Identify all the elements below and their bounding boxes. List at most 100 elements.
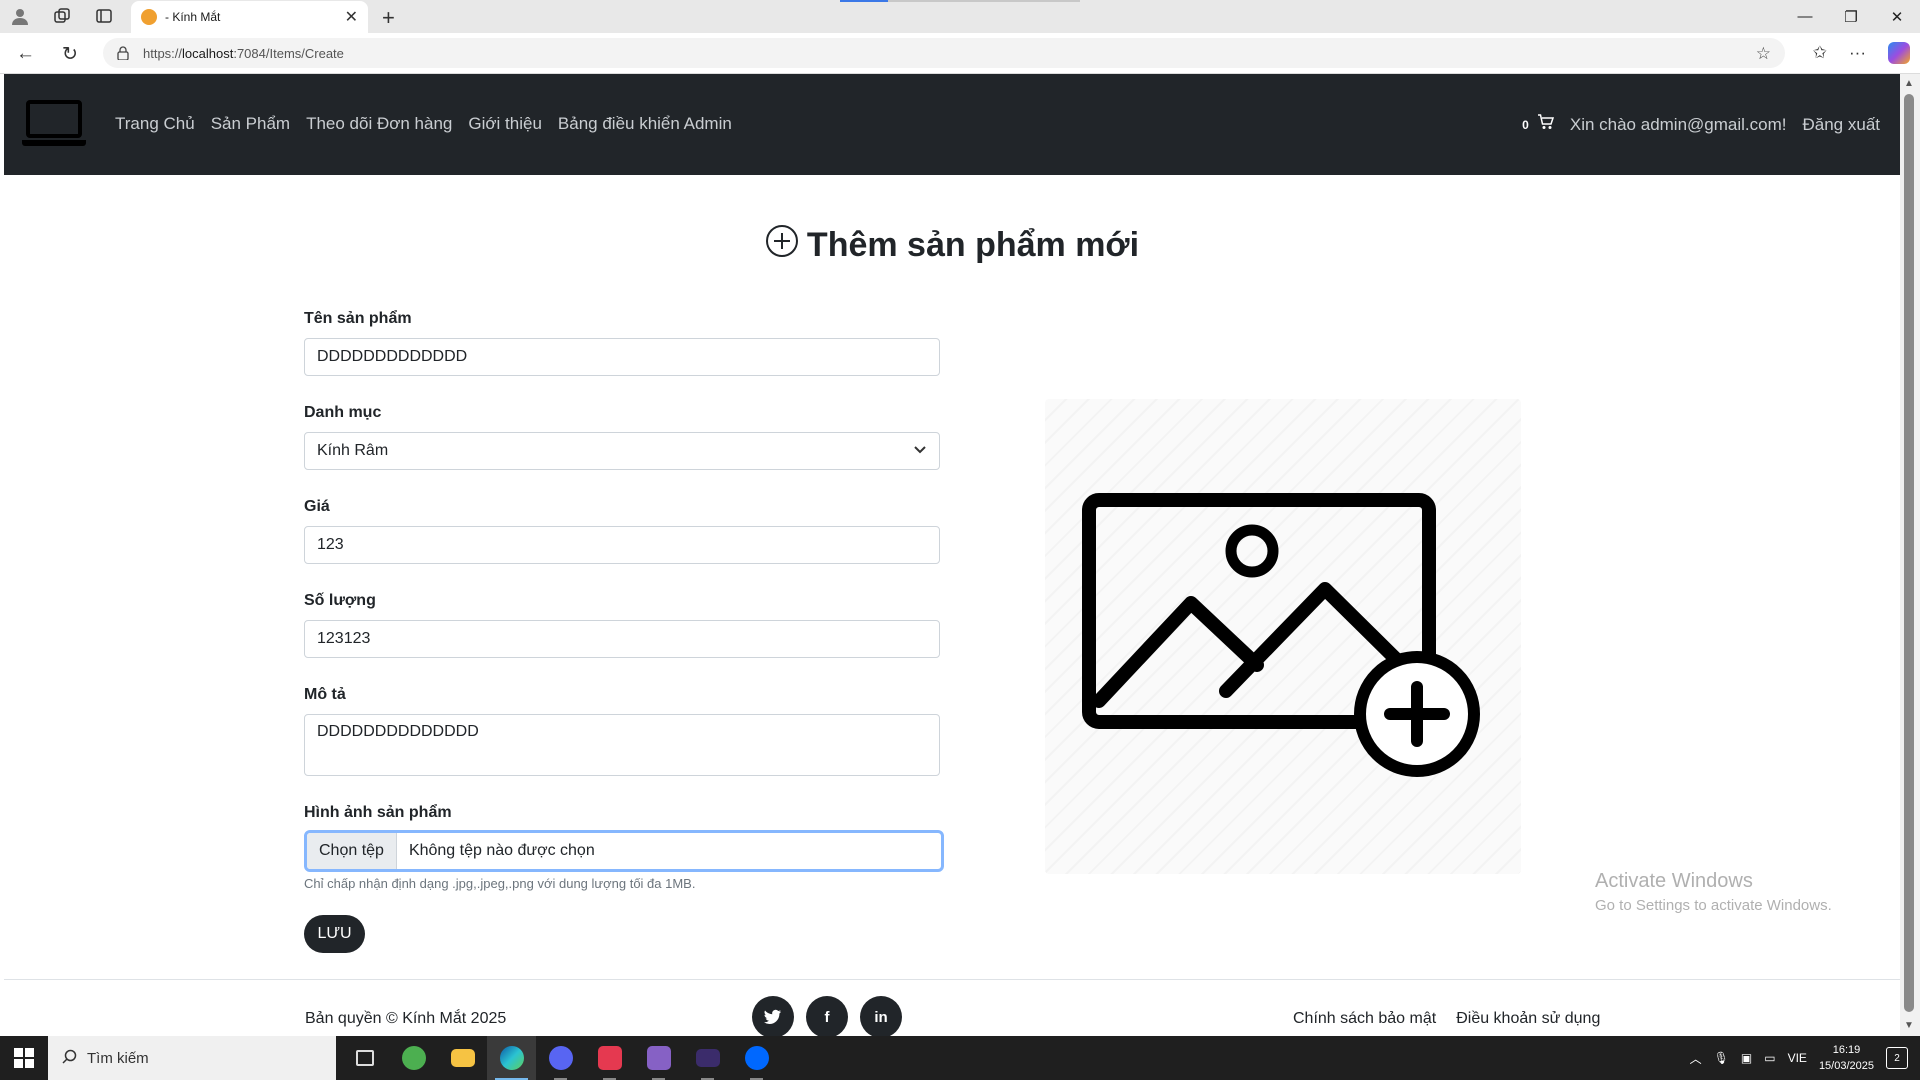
nav-home[interactable]: Trang Chủ xyxy=(115,114,195,134)
browser-address-bar: ← ↻ https://localhost:7084/Items/Create … xyxy=(0,33,1920,74)
close-window-icon[interactable]: ✕ xyxy=(1874,0,1920,33)
image-label: Hình ảnh sản phẩm xyxy=(304,804,452,821)
twitter-icon[interactable] xyxy=(752,996,794,1036)
tab-active[interactable]: - Kính Mắt ✕ xyxy=(131,1,368,33)
site-footer: Bản quyền © Kính Mắt 2025 f in Chính sác… xyxy=(4,979,1900,1036)
nav-links: Trang Chủ Sản Phẩm Theo dõi Đơn hàng Giớ… xyxy=(115,114,732,134)
choose-file-button[interactable]: Chọn tệp xyxy=(307,833,397,869)
windows-start-icon[interactable] xyxy=(14,1048,34,1068)
workspaces-icon[interactable] xyxy=(52,6,72,26)
clock[interactable]: 16:19 15/03/2025 xyxy=(1819,1042,1874,1074)
url-prefix: https:// xyxy=(143,45,183,61)
laptop-logo-icon[interactable] xyxy=(20,98,88,148)
notification-icon[interactable]: 2 xyxy=(1886,1047,1908,1069)
language-indicator[interactable]: VIE xyxy=(1788,1051,1807,1065)
profile-icon[interactable] xyxy=(10,6,30,26)
system-tray: ︿ 🎙 ▣ ▭ VIE 16:19 15/03/2025 2 xyxy=(1690,1036,1920,1080)
edge-browser-icon[interactable] xyxy=(487,1036,536,1080)
network-icon[interactable]: ▣ xyxy=(1741,1051,1752,1065)
file-explorer-icon[interactable] xyxy=(438,1036,487,1080)
quantity-input[interactable]: 123123 xyxy=(304,620,940,658)
tab-title: - Kính Mắt xyxy=(165,10,221,24)
restore-icon[interactable]: ❐ xyxy=(1828,0,1874,33)
quantity-label: Số lượng xyxy=(304,592,376,609)
page-scrollbar[interactable]: ▲ ▼ xyxy=(1900,74,1920,1036)
chevron-down-icon xyxy=(913,442,927,460)
plus-circle-icon xyxy=(765,224,799,267)
description-label: Mô tả xyxy=(304,686,346,703)
facebook-icon[interactable]: f xyxy=(806,996,848,1036)
lock-icon[interactable] xyxy=(117,46,129,60)
notification-count: 2 xyxy=(1894,1052,1900,1064)
search-icon xyxy=(62,1049,77,1068)
app-green-icon[interactable] xyxy=(389,1036,438,1080)
copilot-icon[interactable] xyxy=(1888,42,1910,64)
url-text: https://localhost:7084/Items/Create xyxy=(143,46,344,61)
clock-date: 15/03/2025 xyxy=(1818,1060,1874,1072)
price-input[interactable]: 123 xyxy=(304,526,940,564)
url-host: localhost xyxy=(182,45,234,61)
name-label: Tên sản phẩm xyxy=(304,310,412,327)
cart-icon xyxy=(1537,114,1554,135)
browser-tab-bar: - Kính Mắt ✕ + — ❐ ✕ xyxy=(0,0,1920,33)
url-input[interactable]: https://localhost:7084/Items/Create ☆ xyxy=(103,38,1785,68)
tab-actions-icon[interactable] xyxy=(94,6,114,26)
scroll-down-icon[interactable]: ▼ xyxy=(1904,1020,1914,1031)
file-status: Không tệp nào được chọn xyxy=(408,842,595,859)
nav-products[interactable]: Sản Phẩm xyxy=(211,114,290,134)
clock-time: 16:19 xyxy=(1832,1044,1861,1056)
image-add-icon xyxy=(1082,493,1480,777)
category-selected: Kính Râm xyxy=(317,442,389,459)
linkedin-icon[interactable]: in xyxy=(860,996,902,1036)
site-navbar: Trang Chủ Sản Phẩm Theo dõi Đơn hàng Giớ… xyxy=(4,74,1900,175)
description-textarea[interactable]: DDDDDDDDDDDDDD xyxy=(304,714,940,776)
url-path: :7084/Items/Create xyxy=(233,45,344,61)
scrollbar-thumb[interactable] xyxy=(1904,94,1914,1012)
chevron-up-icon[interactable]: ︿ xyxy=(1690,1050,1702,1067)
loading-track xyxy=(888,0,1080,2)
page-title-text: Thêm sản phẩm mới xyxy=(806,226,1140,264)
save-button[interactable]: LƯU xyxy=(304,915,365,953)
discord-icon[interactable] xyxy=(536,1036,585,1080)
taskbar-search[interactable]: Tìm kiếm xyxy=(48,1036,336,1080)
zalo-icon[interactable] xyxy=(732,1036,781,1080)
refresh-icon[interactable]: ↻ xyxy=(62,43,78,66)
cart-link[interactable]: 0 xyxy=(1522,114,1554,135)
minimize-icon[interactable]: — xyxy=(1782,0,1828,33)
image-preview[interactable] xyxy=(1045,399,1521,874)
cart-count: 0 xyxy=(1522,117,1529,132)
display-icon[interactable]: ▭ xyxy=(1764,1051,1775,1065)
image-file-input[interactable]: Chọn tệp Không tệp nào được chọn xyxy=(304,830,944,872)
category-select[interactable]: Kính Râm xyxy=(304,432,940,470)
nav-about[interactable]: Giới thiệu xyxy=(468,114,542,134)
user-greeting[interactable]: Xin chào admin@gmail.com! xyxy=(1570,115,1787,135)
favorites-icon[interactable]: ✩ xyxy=(1813,43,1827,63)
favorite-star-icon[interactable]: ☆ xyxy=(1756,44,1771,64)
terminal-icon[interactable] xyxy=(683,1036,732,1080)
nav-order-tracking[interactable]: Theo dõi Đơn hàng xyxy=(306,114,452,134)
name-input[interactable]: DDDDDDDDDDDDD xyxy=(304,338,940,376)
task-view-icon[interactable] xyxy=(340,1036,389,1080)
visual-studio-icon[interactable] xyxy=(634,1036,683,1080)
site-favicon-icon xyxy=(141,9,157,25)
page-title: Thêm sản phẩm mới xyxy=(4,224,1900,267)
scroll-up-icon[interactable]: ▲ xyxy=(1904,78,1914,89)
terms-of-use-link[interactable]: Điều khoản sử dụng xyxy=(1456,1010,1600,1028)
watermark-line1: Activate Windows xyxy=(1595,870,1753,892)
activate-windows-watermark: Activate Windows Go to Settings to activ… xyxy=(1595,870,1832,914)
search-placeholder: Tìm kiếm xyxy=(87,1049,149,1067)
microphone-icon[interactable]: 🎙 xyxy=(1714,1051,1729,1065)
back-icon[interactable]: ← xyxy=(16,43,35,65)
nav-admin-dashboard[interactable]: Bảng điều khiển Admin xyxy=(558,114,732,134)
category-label: Danh mục xyxy=(304,404,382,421)
more-menu-icon[interactable]: ··· xyxy=(1849,43,1866,63)
app-red-icon[interactable] xyxy=(585,1036,634,1080)
loading-indicator xyxy=(840,0,888,2)
price-label: Giá xyxy=(304,498,330,515)
tab-close-icon[interactable]: ✕ xyxy=(345,7,358,27)
logout-link[interactable]: Đăng xuất xyxy=(1803,115,1881,135)
watermark-line2: Go to Settings to activate Windows. xyxy=(1595,897,1832,914)
social-links: f in xyxy=(752,996,902,1036)
privacy-policy-link[interactable]: Chính sách bảo mật xyxy=(1293,1010,1436,1028)
new-tab-icon[interactable]: + xyxy=(382,5,395,31)
